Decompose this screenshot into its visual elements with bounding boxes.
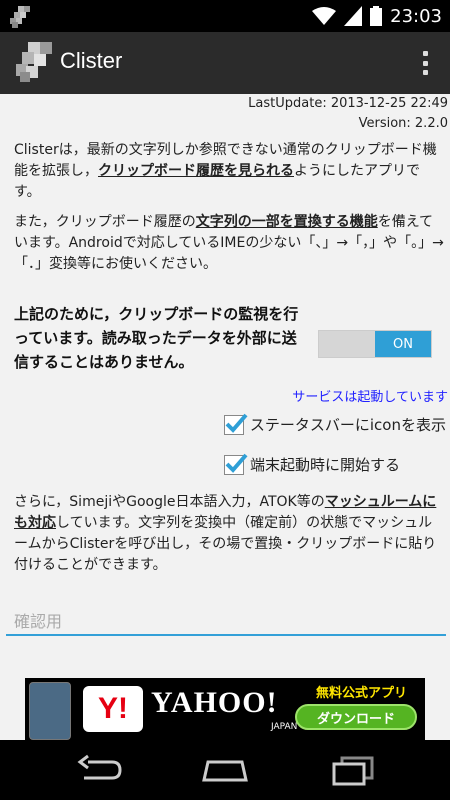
clipboard-history-highlight: クリップボード履歴を見られる	[98, 163, 294, 179]
ad-banner[interactable]: Y! YAHOO! JAPAN 無料公式アプリ ダウンロード	[25, 678, 425, 740]
description-paragraph-4: さらに，SimejiやGoogle日本語入力，ATOK等のマッシュルームにも対応…	[14, 492, 444, 576]
status-time: 23:03	[390, 5, 442, 27]
service-toggle[interactable]: ON	[318, 330, 432, 358]
checkmark-icon	[225, 453, 248, 473]
overflow-menu-icon[interactable]	[414, 45, 436, 81]
recent-apps-icon[interactable]	[328, 752, 378, 788]
confirm-input[interactable]: 確認用	[6, 602, 446, 636]
main-content: LastUpdate: 2013-12-25 22:49 Version: 2.…	[0, 94, 450, 740]
action-bar: Clister	[0, 32, 450, 94]
ad-brand-sub: JAPAN	[271, 722, 298, 732]
description-paragraph-1: Clisterは，最新の文字列しか参照できない通常のクリップボード機能を拡張し，…	[14, 140, 444, 203]
back-icon[interactable]	[74, 752, 124, 788]
yahoo-logo-icon: Y!	[83, 686, 143, 732]
start-on-boot-label: 端末起動時に開始する	[249, 456, 400, 474]
ad-download-button[interactable]: ダウンロード	[295, 704, 417, 730]
statusbar-icon-checkbox[interactable]	[223, 413, 248, 435]
description-paragraph-2: また，クリップボード履歴の文字列の一部を置換する機能を備えています。Androi…	[14, 212, 444, 275]
battery-icon	[370, 6, 383, 26]
wifi-icon	[312, 7, 337, 25]
version: Version: 2.2.0	[358, 116, 448, 131]
p4-text-end: しています。文字列を変換中（確定前）の状態でマッシュルームからClisterを呼…	[14, 515, 437, 573]
ad-brand: YAHOO!	[151, 686, 278, 719]
monitoring-notice: 上記のために，クリップボードの監視を行っています。読み取ったデータを外部に送信す…	[14, 305, 299, 371]
ad-phone-image	[29, 682, 71, 740]
navigation-bar	[0, 740, 450, 800]
statusbar-icon-option[interactable]: ステータスバーにiconを表示	[223, 413, 446, 435]
statusbar-icon-label: ステータスバーにiconを表示	[249, 416, 446, 434]
version-info: LastUpdate: 2013-12-25 22:49 Version: 2.…	[248, 94, 448, 134]
checkmark-icon	[225, 413, 248, 433]
notification-icon	[10, 6, 30, 28]
toggle-on-label: ON	[375, 331, 431, 357]
start-on-boot-option[interactable]: 端末起動時に開始する	[223, 453, 400, 475]
start-on-boot-checkbox[interactable]	[223, 453, 248, 475]
p4-text: さらに，SimejiやGoogle日本語入力，ATOK等の	[14, 494, 325, 510]
replace-feature-highlight: 文字列の一部を置換する機能	[195, 214, 378, 230]
p2-text: また，クリップボード履歴の	[14, 214, 196, 230]
home-icon[interactable]	[200, 752, 250, 788]
status-bar: 23:03	[0, 0, 450, 32]
last-update: LastUpdate: 2013-12-25 22:49	[248, 96, 448, 111]
service-status: サービスは起動しています	[292, 390, 448, 405]
signal-icon	[344, 6, 363, 26]
app-icon[interactable]	[14, 42, 54, 82]
ad-badge: 無料公式アプリ	[315, 686, 407, 701]
app-title: Clister	[60, 48, 123, 73]
